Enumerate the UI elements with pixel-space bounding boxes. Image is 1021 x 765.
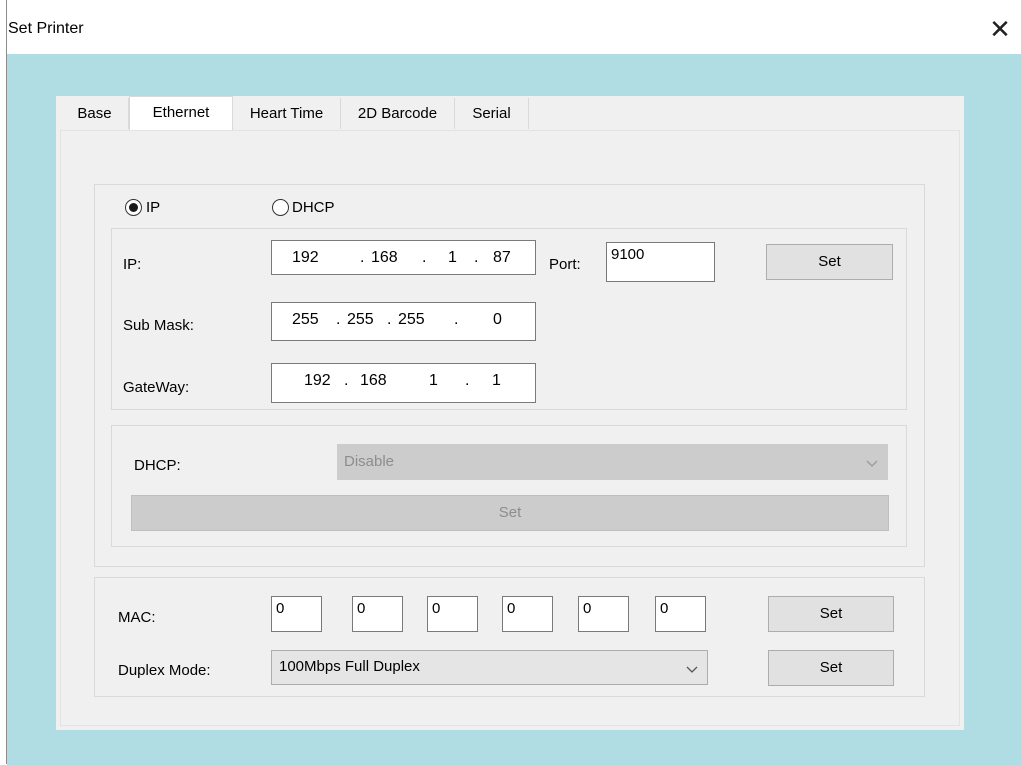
ip-radio-label: IP — [146, 199, 161, 216]
ip-radio[interactable] — [125, 199, 142, 216]
mac-octet-1-input[interactable]: 0 — [271, 596, 322, 632]
dhcp-select[interactable]: Disable — [337, 444, 888, 480]
tab-base[interactable]: Base — [61, 98, 129, 129]
gateway-octet-4: 1 — [492, 372, 501, 389]
gateway-octet-3: 1 — [429, 372, 438, 389]
dhcp-radio-label: DHCP — [292, 199, 335, 216]
chevron-down-icon — [686, 666, 698, 673]
gateway-field[interactable]: 192 . 168 1 . 1 — [271, 363, 536, 403]
dhcp-select-value: Disable — [344, 453, 395, 470]
duplex-set-button[interactable]: Set — [768, 650, 894, 686]
ip-dot: . — [336, 311, 341, 328]
mac-octet-2-input[interactable]: 0 — [352, 596, 403, 632]
mac-label: MAC: — [118, 609, 156, 626]
tab-ethernet[interactable]: Ethernet — [129, 96, 233, 130]
ip-set-button[interactable]: Set — [766, 244, 893, 280]
dhcp-label: DHCP: — [134, 457, 181, 474]
port-label: Port: — [549, 256, 581, 273]
ip-dot: . — [344, 372, 349, 389]
mac-set-button[interactable]: Set — [768, 596, 894, 632]
port-input[interactable]: 9100 — [606, 242, 715, 282]
ip-label: IP: — [123, 256, 142, 273]
submask-octet-2: 255 — [347, 311, 374, 328]
ip-octet-2: 168 — [371, 249, 398, 266]
mac-octet-5-input[interactable]: 0 — [578, 596, 629, 632]
ip-dot: . — [360, 249, 365, 266]
submask-octet-1: 255 — [292, 311, 319, 328]
ip-octet-1: 192 — [292, 249, 319, 266]
duplex-mode-select[interactable]: 100Mbps Full Duplex — [271, 650, 708, 685]
submask-octet-4: 0 — [493, 311, 502, 328]
mac-octet-4-input[interactable]: 0 — [502, 596, 553, 632]
gateway-octet-1: 192 — [304, 372, 331, 389]
ip-address-field[interactable]: 192 . 168 . 1 . 87 — [271, 240, 536, 275]
tab-heart-time[interactable]: Heart Time — [233, 98, 341, 129]
tab-2d-barcode[interactable]: 2D Barcode — [341, 98, 455, 129]
dhcp-radio[interactable] — [272, 199, 289, 216]
duplex-mode-value: 100Mbps Full Duplex — [279, 658, 420, 675]
mac-octet-3-input[interactable]: 0 — [427, 596, 478, 632]
ip-dot: . — [422, 249, 427, 266]
tab-serial[interactable]: Serial — [455, 98, 529, 129]
ip-octet-3: 1 — [448, 249, 457, 266]
ip-dot: . — [474, 249, 479, 266]
gateway-octet-2: 168 — [360, 372, 387, 389]
gateway-label: GateWay: — [123, 379, 190, 396]
mac-octet-6-input[interactable]: 0 — [655, 596, 706, 632]
ip-dot: . — [454, 311, 459, 328]
submask-field[interactable]: 255 . 255 . 255 . 0 — [271, 302, 536, 341]
duplex-mode-label: Duplex Mode: — [118, 662, 211, 679]
submask-label: Sub Mask: — [123, 317, 194, 334]
ip-dot: . — [465, 372, 470, 389]
chevron-down-icon — [866, 460, 878, 467]
ip-octet-4: 87 — [493, 249, 511, 266]
ip-dot: . — [387, 311, 392, 328]
dhcp-set-button[interactable]: Set — [131, 495, 889, 531]
submask-octet-3: 255 — [398, 311, 425, 328]
